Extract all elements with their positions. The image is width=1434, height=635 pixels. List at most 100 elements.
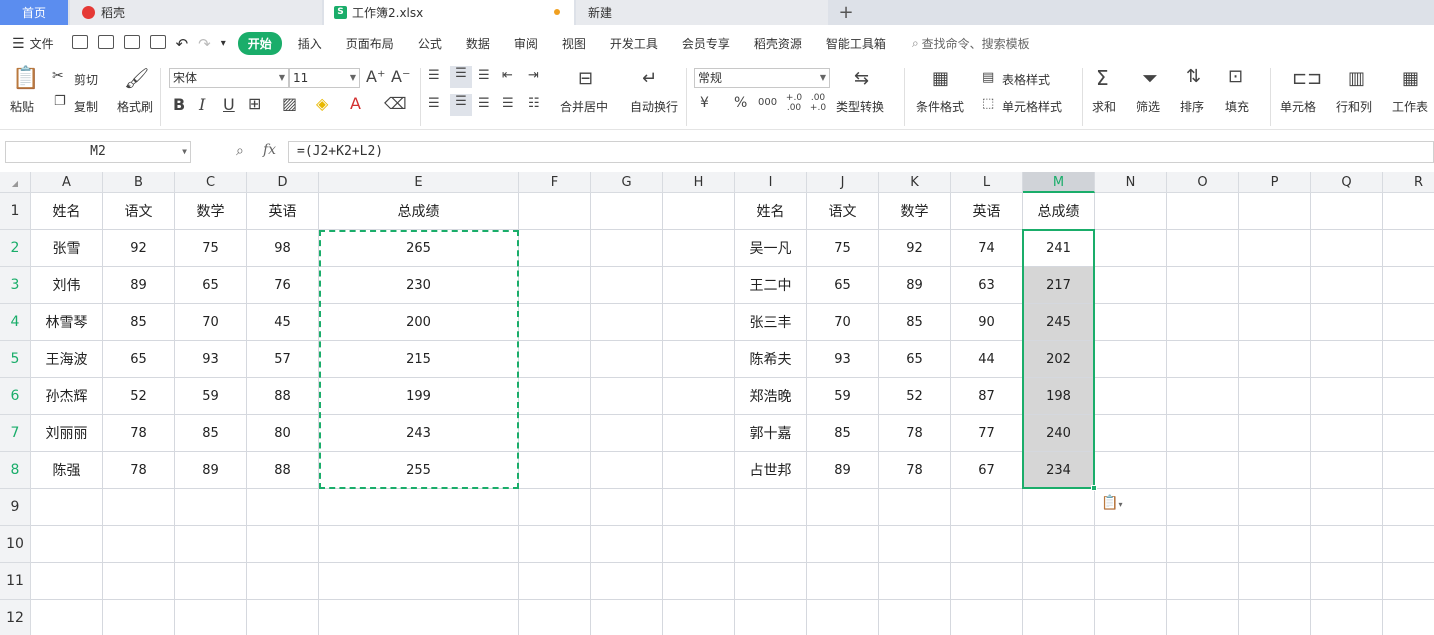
cell-d12[interactable]	[247, 600, 319, 635]
cell-style-icon[interactable]: ⬚	[982, 96, 994, 111]
align-middle-icon[interactable]: ☰	[450, 66, 472, 88]
fill-button[interactable]: 填充	[1225, 98, 1249, 115]
cell-f11[interactable]	[519, 563, 591, 600]
cell-h2[interactable]	[663, 230, 735, 267]
cell-i2[interactable]: 吴一凡	[735, 230, 807, 267]
column-header-j[interactable]: J	[807, 172, 879, 193]
wrap-text-icon[interactable]: ↵	[642, 68, 657, 89]
column-header-f[interactable]: F	[519, 172, 591, 193]
cell-m4[interactable]: 245	[1023, 304, 1095, 341]
cell-d2[interactable]: 98	[247, 230, 319, 267]
table-style-button[interactable]: 表格样式	[1002, 71, 1050, 88]
cell-r5[interactable]	[1383, 341, 1434, 378]
column-header-n[interactable]: N	[1095, 172, 1167, 193]
cell-j1[interactable]: 语文	[807, 193, 879, 230]
cell-n1[interactable]	[1095, 193, 1167, 230]
cell-k12[interactable]	[879, 600, 951, 635]
cut-button[interactable]: 剪切	[74, 71, 98, 88]
cell-m6[interactable]: 198	[1023, 378, 1095, 415]
font-size-select[interactable]: 11 ▼	[289, 68, 360, 88]
cell-g11[interactable]	[591, 563, 663, 600]
search-commands[interactable]: 查找命令、搜索模板	[922, 35, 1030, 52]
redo-icon[interactable]: ↷	[198, 35, 211, 53]
cell-r8[interactable]	[1383, 452, 1434, 489]
cell-g5[interactable]	[591, 341, 663, 378]
row-header-7[interactable]: 7	[0, 415, 31, 452]
tab-daoke[interactable]: 稻壳	[70, 0, 322, 25]
cell-p11[interactable]	[1239, 563, 1311, 600]
cell-m11[interactable]	[1023, 563, 1095, 600]
cell-a11[interactable]	[31, 563, 103, 600]
cell-d1[interactable]: 英语	[247, 193, 319, 230]
cell-b7[interactable]: 78	[103, 415, 175, 452]
cell-m8[interactable]: 234	[1023, 452, 1095, 489]
cell-n8[interactable]	[1095, 452, 1167, 489]
cell-c7[interactable]: 85	[175, 415, 247, 452]
cell-e5[interactable]: 215	[319, 341, 519, 378]
cell-style-button[interactable]: 单元格样式	[1002, 98, 1062, 115]
tab-home[interactable]: 首页	[0, 0, 68, 25]
cell-p3[interactable]	[1239, 267, 1311, 304]
thousands-icon[interactable]: 000	[758, 97, 777, 108]
row-header-1[interactable]: 1	[0, 193, 31, 230]
align-left-icon[interactable]: ☰	[428, 96, 440, 111]
fill-color-icon[interactable]: ◈	[316, 94, 328, 113]
paste-button[interactable]: 粘贴	[10, 98, 34, 115]
menu-data[interactable]: 数据	[466, 35, 490, 52]
cell-g9[interactable]	[591, 489, 663, 526]
cell-c6[interactable]: 59	[175, 378, 247, 415]
cell-k4[interactable]: 85	[879, 304, 951, 341]
cell-i6[interactable]: 郑浩晚	[735, 378, 807, 415]
cell-k7[interactable]: 78	[879, 415, 951, 452]
type-convert-button[interactable]: 类型转换	[836, 98, 884, 115]
cell-n11[interactable]	[1095, 563, 1167, 600]
cell-a2[interactable]: 张雪	[31, 230, 103, 267]
cell-o11[interactable]	[1167, 563, 1239, 600]
cell-l11[interactable]	[951, 563, 1023, 600]
column-header-q[interactable]: Q	[1311, 172, 1383, 193]
cell-l8[interactable]: 67	[951, 452, 1023, 489]
cell-d11[interactable]	[247, 563, 319, 600]
cell-r3[interactable]	[1383, 267, 1434, 304]
cell-p8[interactable]	[1239, 452, 1311, 489]
undo-icon[interactable]: ↶	[176, 35, 189, 53]
cell-e3[interactable]: 230	[319, 267, 519, 304]
number-format-select[interactable]: 常规 ▼	[694, 68, 830, 88]
cell-q2[interactable]	[1311, 230, 1383, 267]
cell-f12[interactable]	[519, 600, 591, 635]
cell-j7[interactable]: 85	[807, 415, 879, 452]
decrease-decimal-icon[interactable]: .00 +.0	[808, 93, 828, 113]
cell-r11[interactable]	[1383, 563, 1434, 600]
cell-i8[interactable]: 占世邦	[735, 452, 807, 489]
cell-p6[interactable]	[1239, 378, 1311, 415]
cell-d5[interactable]: 57	[247, 341, 319, 378]
cell-q7[interactable]	[1311, 415, 1383, 452]
cell-icon[interactable]: ⊏⊐	[1292, 68, 1322, 89]
cell-l3[interactable]: 63	[951, 267, 1023, 304]
cell-e11[interactable]	[319, 563, 519, 600]
conditional-format-button[interactable]: 条件格式	[916, 98, 964, 115]
cell-q11[interactable]	[1311, 563, 1383, 600]
format-painter-button[interactable]: 格式刷	[117, 98, 153, 115]
cell-q8[interactable]	[1311, 452, 1383, 489]
conditional-format-icon[interactable]: ▦	[932, 68, 949, 89]
cell-l9[interactable]	[951, 489, 1023, 526]
column-header-r[interactable]: R	[1383, 172, 1434, 193]
cell-j11[interactable]	[807, 563, 879, 600]
percent-icon[interactable]: %	[734, 95, 747, 111]
cell-k10[interactable]	[879, 526, 951, 563]
row-header-11[interactable]: 11	[0, 563, 31, 600]
row-header-12[interactable]: 12	[0, 600, 31, 635]
cell-r4[interactable]	[1383, 304, 1434, 341]
cell-d7[interactable]: 80	[247, 415, 319, 452]
cell-k2[interactable]: 92	[879, 230, 951, 267]
row-header-4[interactable]: 4	[0, 304, 31, 341]
cell-i11[interactable]	[735, 563, 807, 600]
cell-b2[interactable]: 92	[103, 230, 175, 267]
copy-icon[interactable]: ❐	[54, 94, 66, 109]
cell-l12[interactable]	[951, 600, 1023, 635]
column-header-o[interactable]: O	[1167, 172, 1239, 193]
cell-o4[interactable]	[1167, 304, 1239, 341]
cell-b9[interactable]	[103, 489, 175, 526]
cell-l10[interactable]	[951, 526, 1023, 563]
